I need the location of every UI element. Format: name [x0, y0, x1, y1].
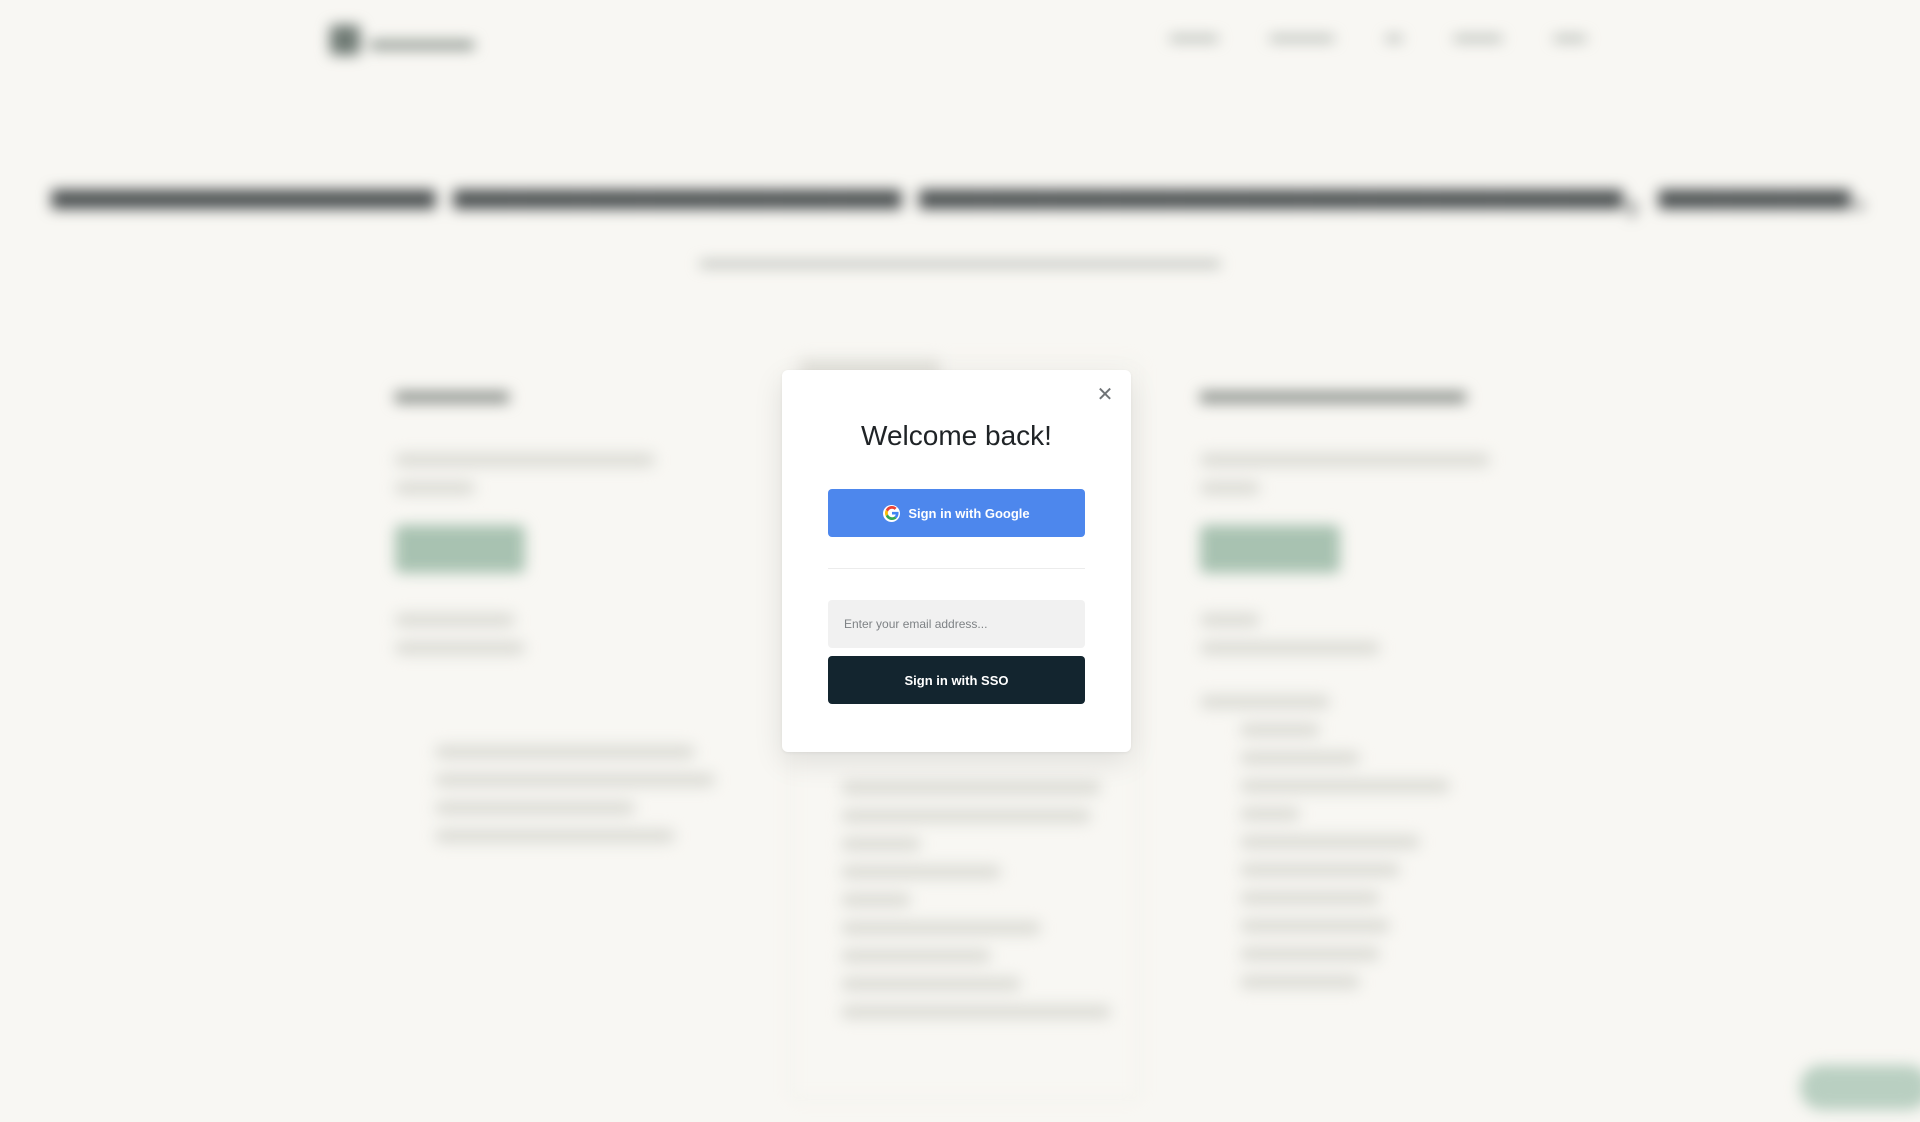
google-button-label: Sign in with Google — [908, 505, 1030, 521]
sso-button-label: Sign in with SSO — [904, 672, 1009, 688]
background-logo-text: ▬▬▬▬ — [370, 24, 474, 55]
background-nav: ▬▬▬ ▬▬▬▬ ▬ ▬▬▬ ▬▬ — [1170, 28, 1586, 46]
background-plan-title: ▬▬▬ — [395, 370, 509, 412]
email-input[interactable] — [828, 600, 1085, 648]
background-chat-widget — [1800, 1065, 1920, 1110]
modal-title: Welcome back! — [861, 420, 1052, 451]
background-nav-item: ▬▬▬ — [1170, 28, 1218, 45]
background-plan-title: ▬▬▬▬▬▬▬ — [1200, 370, 1466, 412]
background-plan-card: ▬▬▬▬▬▬▬ — [1200, 370, 1600, 1090]
background-logo: ▬▬▬▬ — [330, 22, 490, 58]
background-headline: ▬▬▬▬▬▬ ▬▬▬▬▬▬▬ ▬▬▬▬▬▬▬▬▬▬▬, ▬▬▬. — [51, 151, 1869, 223]
background-subheadline: ▬▬▬▬▬▬▬▬▬▬▬▬▬▬▬▬▬▬▬▬▬▬▬▬▬▬ — [700, 250, 1220, 272]
sign-in-with-google-button[interactable]: Sign in with Google — [828, 489, 1085, 537]
close-icon[interactable]: ✕ — [1097, 382, 1114, 407]
sign-in-with-sso-button[interactable]: Sign in with SSO — [828, 656, 1085, 704]
google-icon — [883, 504, 901, 522]
background-logo-mark — [330, 25, 360, 55]
background-nav-item: ▬▬ — [1554, 28, 1586, 45]
divider — [828, 568, 1085, 569]
sign-in-modal: ✕ Welcome back! Sign in with Google Sign… — [782, 370, 1131, 752]
background-nav-item: ▬▬▬ — [1454, 28, 1502, 45]
background-plan-card: ▬▬▬ — [395, 370, 795, 1090]
background-nav-item: ▬ — [1386, 28, 1402, 45]
background-nav-item: ▬▬▬▬ — [1270, 28, 1334, 45]
close-button[interactable]: ✕ — [1093, 382, 1117, 406]
